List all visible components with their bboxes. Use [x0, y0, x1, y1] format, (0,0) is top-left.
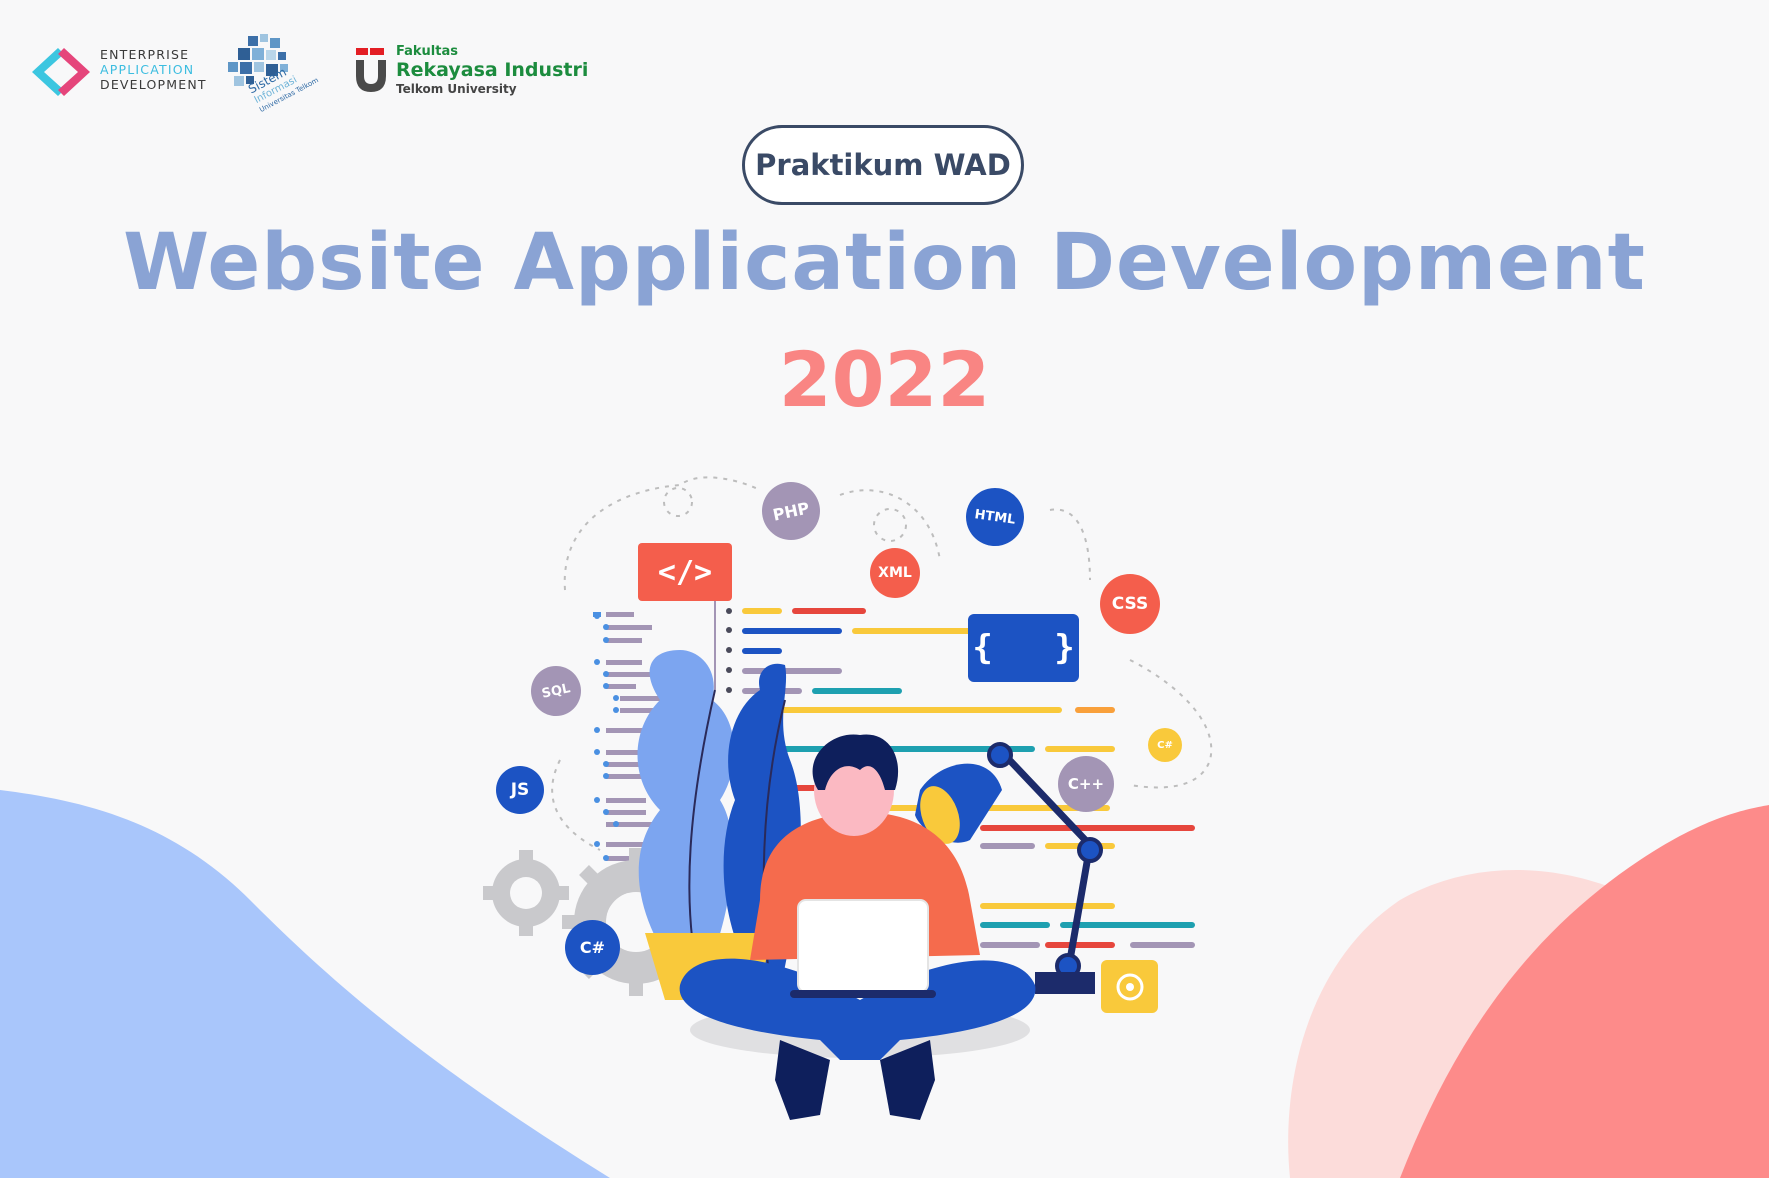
csharp-bubble: C#	[565, 920, 620, 975]
css-bubble: CSS	[1100, 574, 1160, 634]
cpp-bubble: C++	[1058, 756, 1114, 812]
xml-bubble: XML	[870, 548, 920, 598]
code-tag-icon: </>	[657, 554, 713, 590]
js-bubble: JS	[496, 766, 544, 814]
csharp-small-bubble: C#	[1148, 728, 1182, 762]
braces-icon: { }	[972, 628, 1075, 668]
